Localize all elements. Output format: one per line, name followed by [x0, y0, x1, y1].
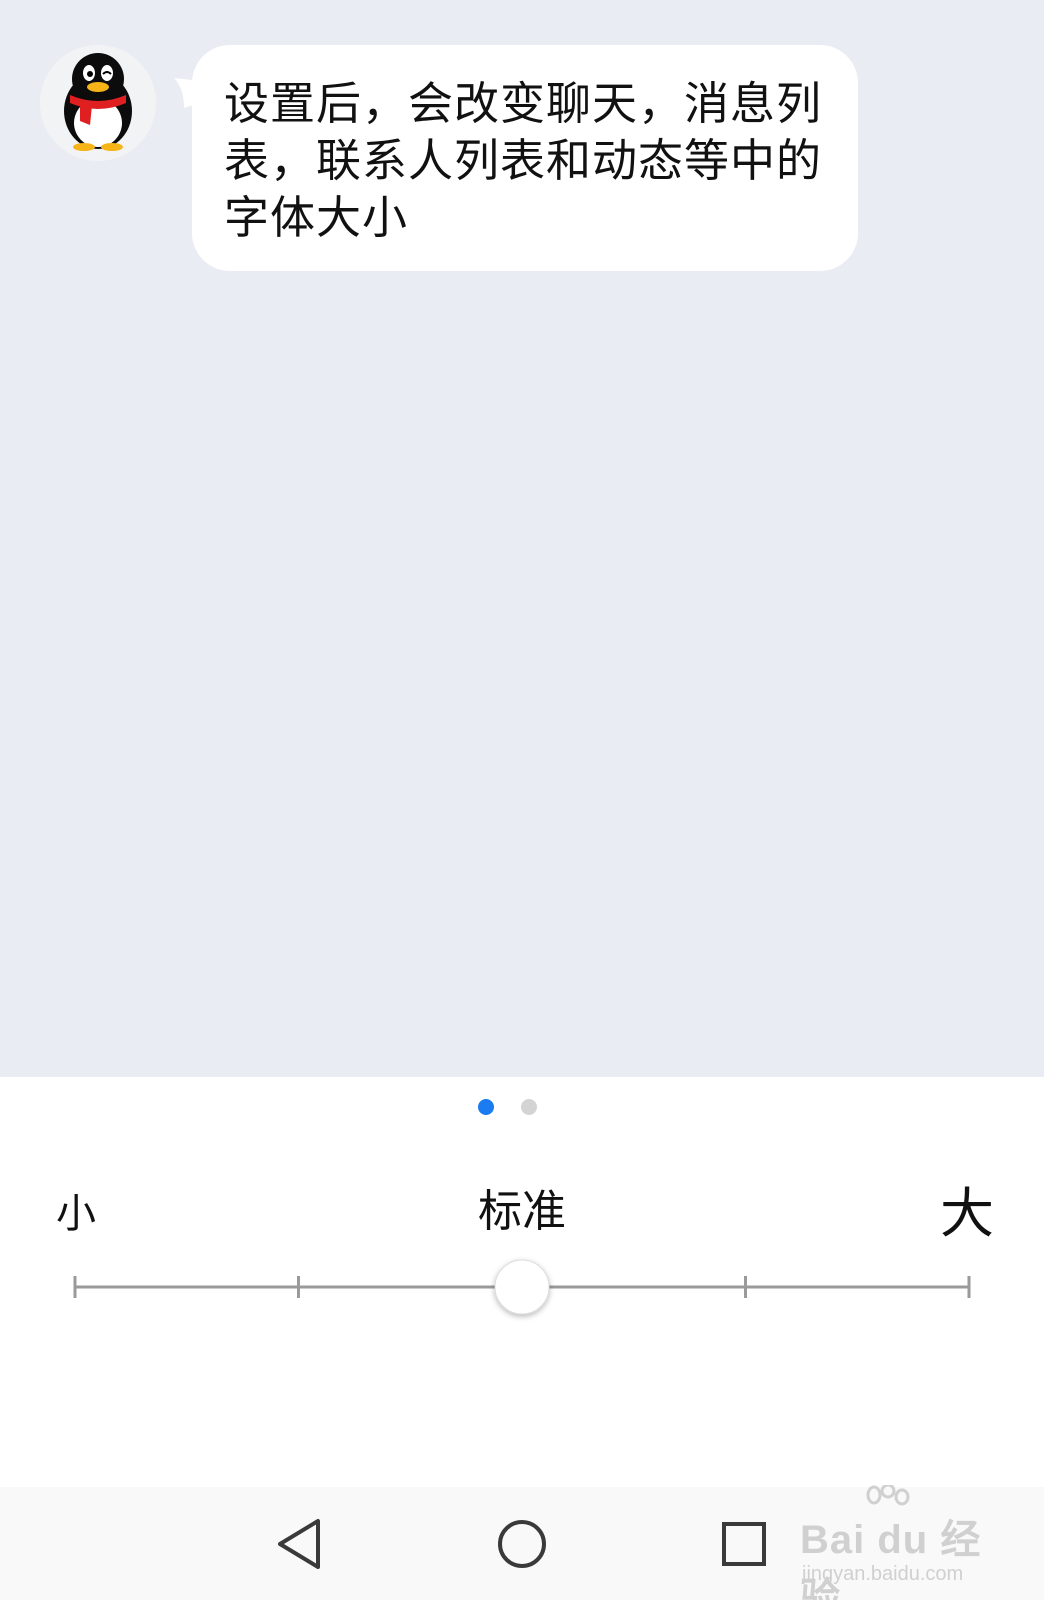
- avatar: [40, 45, 156, 161]
- page-dot-inactive[interactable]: [521, 1099, 537, 1115]
- message-bubble: 设置后，会改变聊天，消息列表，联系人列表和动态等中的字体大小: [192, 45, 858, 271]
- slider-thumb[interactable]: [494, 1259, 550, 1315]
- home-button[interactable]: [472, 1487, 572, 1600]
- font-size-slider[interactable]: [0, 1237, 1044, 1347]
- back-button[interactable]: [250, 1487, 350, 1600]
- page-dot-active[interactable]: [478, 1099, 494, 1115]
- font-size-settings-screen: 设置后，会改变聊天，消息列表，联系人列表和动态等中的字体大小 小 标准 大 Ba…: [0, 0, 1044, 1600]
- chat-preview-area: 设置后，会改变聊天，消息列表，联系人列表和动态等中的字体大小: [0, 0, 1044, 1077]
- system-nav-bar: [0, 1487, 1044, 1600]
- slider-track[interactable]: [0, 1237, 1044, 1347]
- triangle-back-icon: [278, 1519, 320, 1569]
- circle-home-icon: [498, 1520, 546, 1568]
- current-size-label: 标准: [478, 1186, 566, 1237]
- qq-penguin-icon: [40, 45, 156, 161]
- message-text: 设置后，会改变聊天，消息列表，联系人列表和动态等中的字体大小: [224, 77, 823, 244]
- page-indicator: [0, 1099, 1044, 1119]
- square-recents-icon: [722, 1522, 766, 1566]
- recents-button[interactable]: [694, 1487, 794, 1600]
- small-size-label: 小: [56, 1191, 96, 1237]
- font-size-panel: 小 标准 大: [0, 1077, 1044, 1487]
